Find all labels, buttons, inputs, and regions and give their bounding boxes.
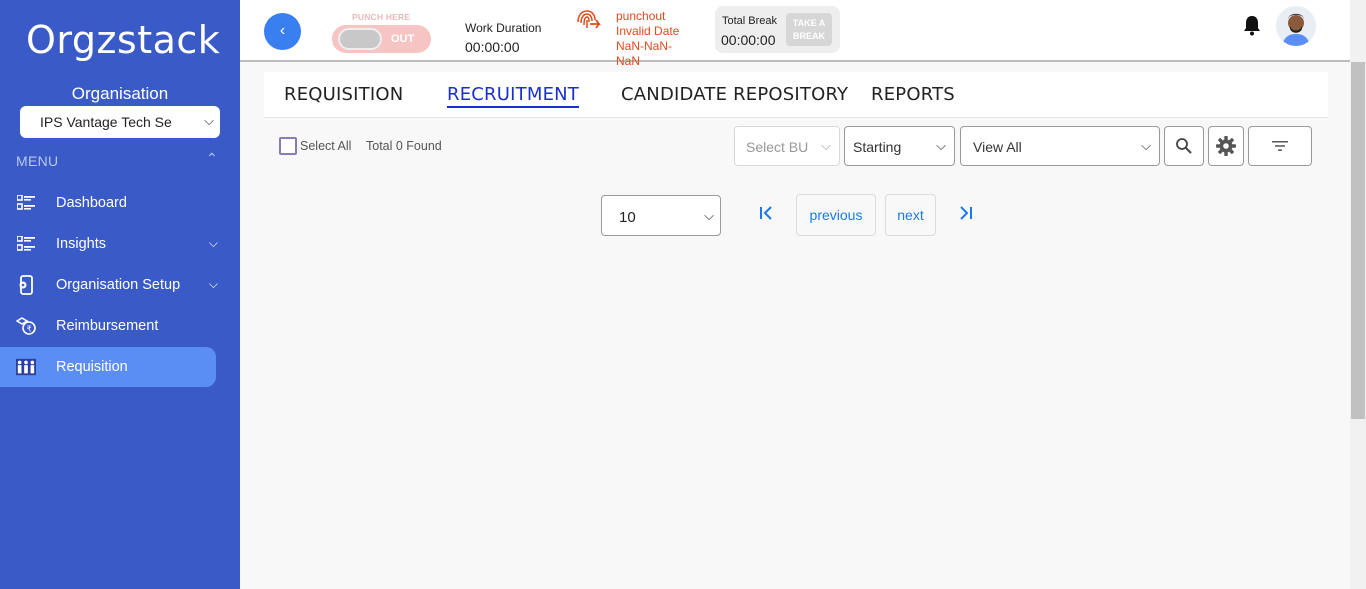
view-filter-value: View All: [973, 139, 1022, 155]
chevron-down-icon[interactable]: ⌵: [209, 236, 218, 251]
sidebar-item-requisition[interactable]: Requisition: [0, 347, 216, 387]
chevron-down-icon: ⌵: [704, 208, 714, 223]
organisation-select[interactable]: IPS Vantage Tech Se ⌵: [20, 106, 220, 138]
starting-select[interactable]: Starting ⌵: [844, 126, 955, 166]
punch-info: punchout Invalid Date NaN-NaN-NaN: [616, 9, 691, 69]
app-logo[interactable]: Orgzstack: [26, 18, 220, 62]
total-break-label: Total Break: [722, 15, 778, 27]
total-found-count: Total 0 Found: [366, 139, 442, 153]
sidebar-item-label: Dashboard: [56, 195, 127, 211]
tabs-bar: REQUISITION RECRUITMENT CANDIDATE REPOSI…: [264, 72, 1328, 118]
dashboard-list-icon: [16, 193, 36, 213]
punch-state-label: OUT: [391, 33, 415, 45]
menu-section-label: MENU: [16, 153, 59, 169]
sidebar-item-label: Reimbursement: [56, 318, 159, 334]
sidebar-item-reimbursement[interactable]: ₹ Reimbursement: [0, 306, 216, 346]
sidebar-item-dashboard[interactable]: Dashboard: [0, 183, 216, 223]
reimbursement-icon: ₹: [16, 316, 36, 336]
gear-icon: [1216, 136, 1236, 156]
take-break-button[interactable]: TAKE A BREAK: [786, 13, 832, 46]
work-duration-value: 00:00:00: [465, 39, 520, 55]
chevron-down-icon: ⌵: [936, 138, 946, 153]
settings-button[interactable]: [1208, 126, 1244, 166]
insights-list-icon: [16, 234, 36, 254]
tab-recruitment[interactable]: RECRUITMENT: [447, 84, 579, 108]
sidebar-item-insights[interactable]: Insights ⌵: [0, 224, 218, 264]
punch-here-label: PUNCH HERE: [352, 12, 411, 22]
page-size-select[interactable]: 10 ⌵: [601, 195, 721, 236]
total-break-value: 00:00:00: [721, 32, 776, 48]
punch-date-detail: NaN-NaN-NaN: [616, 39, 673, 68]
tab-requisition[interactable]: REQUISITION: [284, 84, 403, 105]
fingerprint-icon: [574, 8, 602, 39]
tab-reports[interactable]: REPORTS: [871, 84, 955, 105]
chevron-down-icon: ⌵: [821, 138, 831, 153]
next-page-button[interactable]: next: [885, 194, 936, 236]
sidebar-item-label: Requisition: [56, 359, 128, 375]
sidebar-item-organisation-setup[interactable]: Organisation Setup ⌵: [0, 265, 218, 305]
business-unit-placeholder: Select BU: [746, 139, 809, 155]
starting-select-value: Starting: [853, 139, 902, 155]
sidebar-item-label: Organisation Setup: [56, 277, 181, 293]
filter-lines-icon: [1272, 141, 1288, 151]
user-avatar[interactable]: [1276, 6, 1316, 46]
sidebar-item-label: Insights: [56, 236, 106, 252]
scrollbar-thumb[interactable]: [1351, 62, 1365, 419]
organisation-setup-icon: [16, 275, 36, 295]
organisation-label: Organisation: [71, 84, 169, 103]
previous-page-button[interactable]: previous: [796, 194, 876, 236]
organisation-select-value: IPS Vantage Tech Se: [40, 114, 172, 130]
view-filter-select[interactable]: View All ⌵: [960, 126, 1160, 166]
requisition-people-icon: [16, 357, 36, 377]
sidebar: Orgzstack Organisation IPS Vantage Tech …: [0, 0, 240, 589]
work-duration-label: Work Duration: [465, 21, 542, 35]
search-icon: [1176, 138, 1192, 154]
back-button[interactable]: ‹: [264, 13, 301, 50]
select-all-label[interactable]: Select All: [300, 139, 351, 153]
notification-bell-icon[interactable]: [1242, 14, 1262, 41]
first-page-icon[interactable]: [758, 205, 774, 226]
break-panel: Total Break 00:00:00 TAKE A BREAK: [715, 6, 840, 53]
menu-collapse-icon[interactable]: ⌃: [206, 150, 218, 167]
punch-status: punchout: [616, 9, 666, 23]
chevron-down-icon[interactable]: ⌵: [209, 277, 218, 292]
last-page-icon[interactable]: [958, 205, 974, 226]
tab-candidate-repository[interactable]: CANDIDATE REPOSITORY: [621, 84, 848, 105]
chevron-down-icon: ⌵: [200, 113, 214, 129]
svg-text:₹: ₹: [27, 325, 32, 334]
select-all-checkbox[interactable]: [279, 137, 297, 155]
toggle-knob: [338, 28, 382, 50]
top-bar: ‹ PUNCH HERE OUT Work Duration 00:00:00 …: [240, 0, 1350, 68]
search-button[interactable]: [1164, 126, 1204, 166]
punch-date: Invalid Date: [616, 24, 680, 38]
chevron-down-icon: ⌵: [1141, 138, 1151, 153]
punch-toggle[interactable]: OUT: [332, 25, 431, 53]
filter-button[interactable]: [1248, 126, 1312, 166]
business-unit-select[interactable]: Select BU ⌵: [734, 126, 840, 166]
page-size-value: 10: [619, 209, 636, 226]
